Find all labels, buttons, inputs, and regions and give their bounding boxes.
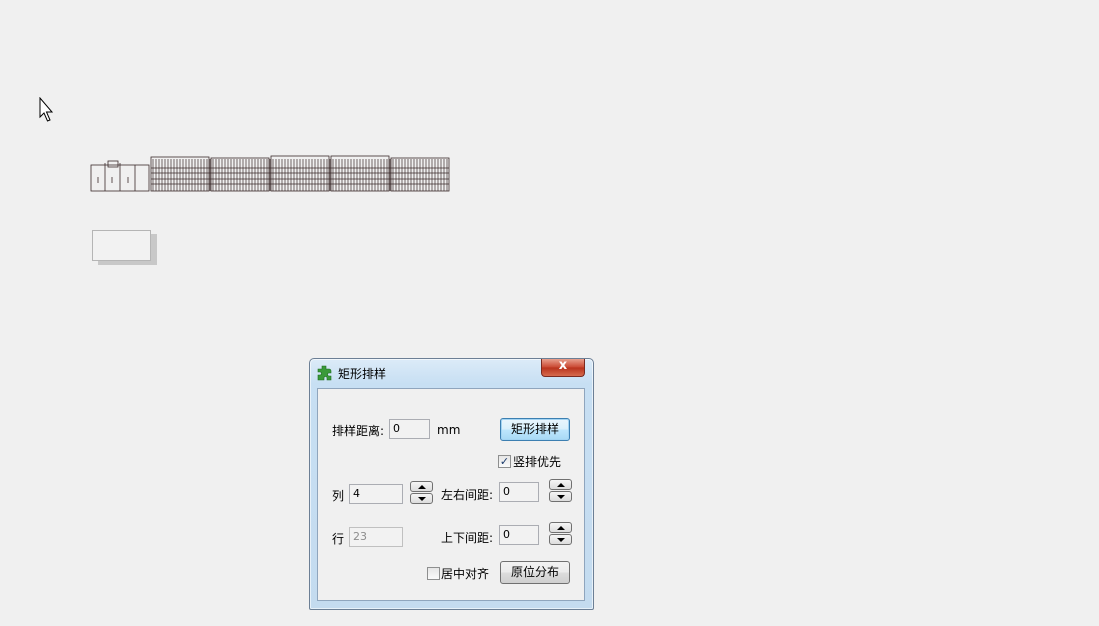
dialog-client-area: 排样距离: 0 mm 矩形排样 ✓ 竖排优先 列 4 左右间距: 0 行 23 … bbox=[317, 388, 585, 601]
tb-gap-down-arrow-icon[interactable] bbox=[549, 534, 572, 545]
tb-gap-spinner[interactable] bbox=[549, 522, 572, 545]
columns-down-arrow-icon[interactable] bbox=[410, 493, 433, 504]
lr-gap-label: 左右间距: bbox=[441, 488, 494, 502]
lr-gap-up-arrow-icon[interactable] bbox=[549, 479, 572, 490]
puzzle-icon bbox=[317, 365, 332, 381]
spacing-unit: mm bbox=[437, 423, 461, 437]
in-place-distribute-button[interactable]: 原位分布 bbox=[500, 561, 570, 584]
close-button[interactable]: x bbox=[541, 358, 585, 377]
lr-gap-input[interactable]: 0 bbox=[499, 482, 539, 502]
nested-parts-drawing[interactable] bbox=[90, 153, 452, 193]
columns-label: 列 bbox=[332, 489, 345, 503]
tb-gap-input[interactable]: 0 bbox=[499, 525, 539, 545]
vertical-first-label: 竖排优先 bbox=[513, 455, 562, 469]
lr-gap-down-arrow-icon[interactable] bbox=[549, 491, 572, 502]
columns-input[interactable]: 4 bbox=[349, 484, 403, 504]
center-align-checkbox[interactable] bbox=[427, 567, 440, 580]
columns-up-arrow-icon[interactable] bbox=[410, 481, 433, 492]
spacing-label: 排样距离: bbox=[332, 424, 385, 438]
rect-nesting-dialog: 矩形排样 x 排样距离: 0 mm 矩形排样 ✓ 竖排优先 列 4 左右间距: … bbox=[309, 358, 594, 610]
lr-gap-spinner[interactable] bbox=[549, 479, 572, 502]
tb-gap-label: 上下间距: bbox=[441, 531, 494, 545]
dialog-title: 矩形排样 bbox=[338, 367, 387, 381]
close-icon: x bbox=[558, 358, 568, 373]
rectangle-shape[interactable] bbox=[92, 230, 151, 261]
tb-gap-up-arrow-icon[interactable] bbox=[549, 522, 572, 533]
rows-label: 行 bbox=[332, 532, 345, 546]
center-align-label: 居中对齐 bbox=[441, 567, 490, 581]
vertical-first-checkbox[interactable]: ✓ bbox=[498, 455, 511, 468]
rect-nest-button[interactable]: 矩形排样 bbox=[500, 418, 570, 441]
mouse-pointer-icon bbox=[39, 97, 54, 122]
spacing-input[interactable]: 0 bbox=[389, 419, 430, 439]
columns-spinner[interactable] bbox=[410, 481, 433, 504]
dialog-titlebar[interactable]: 矩形排样 x bbox=[310, 358, 593, 387]
rows-input: 23 bbox=[349, 527, 403, 547]
